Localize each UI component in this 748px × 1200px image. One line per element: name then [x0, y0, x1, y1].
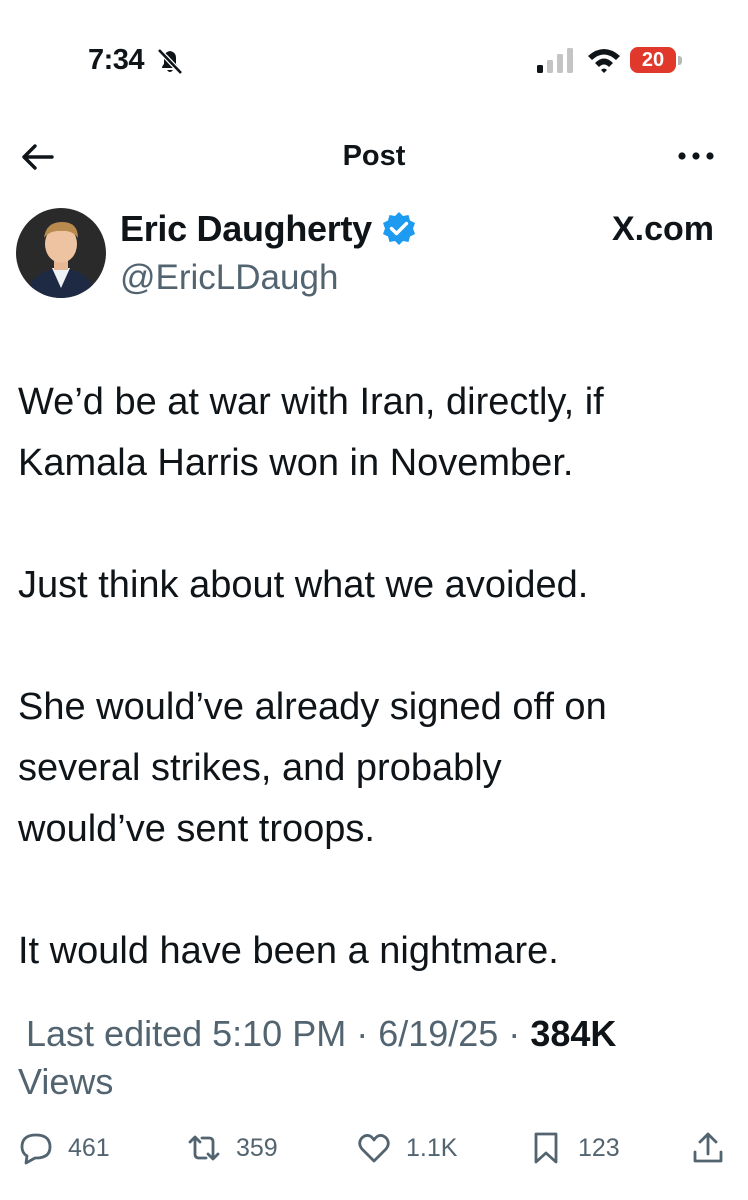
action-bar: 461 359 1.1K 123: [0, 1130, 748, 1180]
reply-count: 461: [68, 1133, 110, 1162]
tweet-paragraph: She would’ve already signed off on sever…: [18, 686, 607, 850]
verified-badge-icon: [382, 212, 415, 245]
views-count: 384K: [530, 1013, 617, 1054]
views-label: Views: [18, 1061, 114, 1102]
battery-level: 20: [630, 47, 676, 73]
repost-button[interactable]: 359: [186, 1130, 278, 1166]
source-watermark: X.com: [611, 210, 714, 248]
bookmark-count: 123: [578, 1133, 620, 1162]
bookmark-icon: [534, 1132, 558, 1164]
share-icon: [693, 1132, 723, 1163]
status-time: 7:34: [88, 44, 145, 76]
author-name[interactable]: Eric Daugherty: [120, 208, 372, 250]
battery-indicator: 20: [630, 47, 682, 73]
battery-tip: [678, 56, 682, 65]
like-button[interactable]: 1.1K: [356, 1130, 457, 1166]
bell-muted-icon: [157, 48, 183, 75]
wifi-icon: [588, 49, 620, 73]
reply-button[interactable]: 461: [18, 1130, 110, 1166]
repost-icon: [188, 1135, 220, 1161]
reply-icon: [20, 1133, 52, 1165]
more-options-icon[interactable]: [676, 144, 716, 168]
share-button[interactable]: [690, 1130, 740, 1166]
tweet-paragraph: We’d be at war with Iran, directly, if K…: [18, 381, 604, 484]
tweet-paragraph: Just think about what we avoided.: [18, 564, 589, 606]
cellular-signal-icon: [537, 48, 573, 73]
author-handle[interactable]: @EricLDaugh: [120, 258, 338, 298]
repost-count: 359: [236, 1133, 278, 1162]
tweet-paragraph: It would have been a nightmare.: [18, 930, 559, 972]
like-count: 1.1K: [406, 1133, 458, 1162]
tweet-meta: Last edited 5:10 PM · 6/19/25 · 384K Vie…: [18, 1010, 730, 1106]
bookmark-button[interactable]: 123: [528, 1130, 620, 1166]
avatar[interactable]: [16, 208, 106, 298]
edited-timestamp[interactable]: Last edited 5:10 PM · 6/19/25 ·: [18, 1013, 530, 1054]
author-name-row: Eric Daugherty: [120, 208, 418, 250]
heart-icon: [358, 1134, 390, 1163]
page-title: Post: [342, 140, 406, 172]
tweet-text: We’d be at war with Iran, directly, if K…: [18, 372, 730, 1043]
